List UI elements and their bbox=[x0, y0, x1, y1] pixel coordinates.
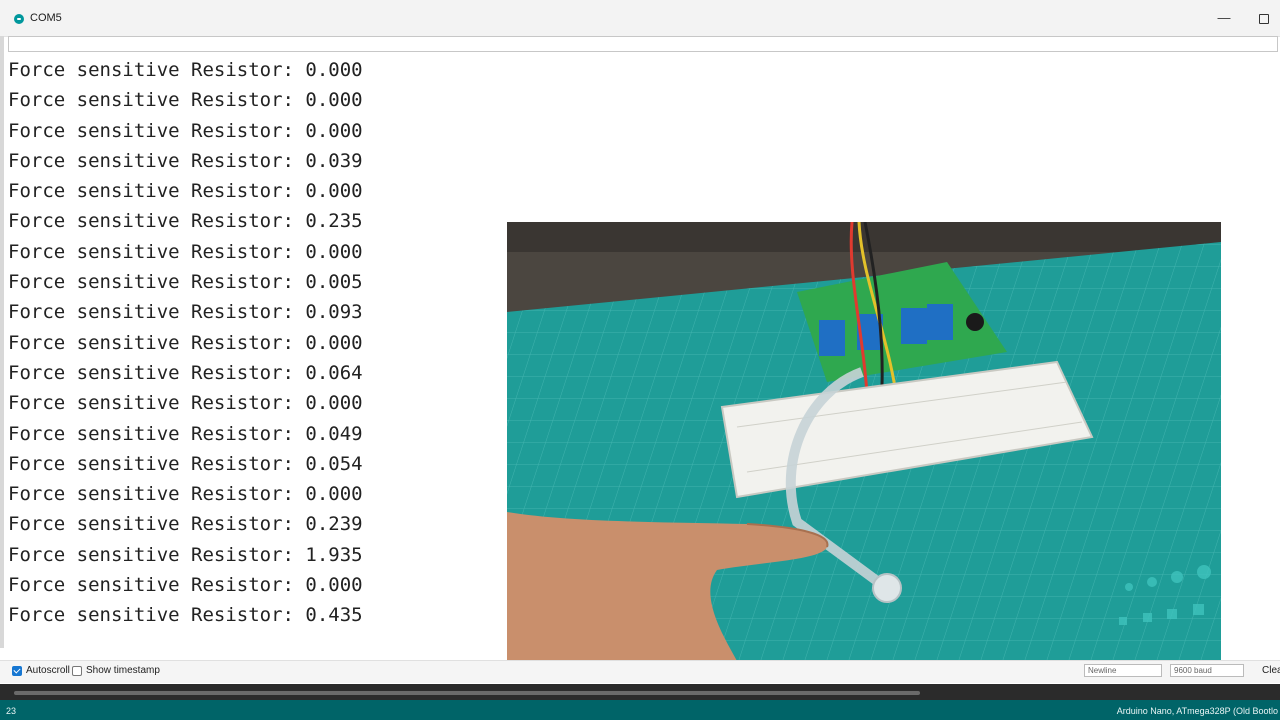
maximize-button[interactable] bbox=[1252, 8, 1276, 28]
serial-line: Force sensitive Resistor: 0.000 bbox=[8, 119, 363, 142]
window-edge bbox=[0, 36, 4, 648]
serial-line: Force sensitive Resistor: 0.049 bbox=[8, 422, 363, 445]
minimize-button[interactable]: — bbox=[1212, 8, 1236, 28]
clear-output-button[interactable]: Clea bbox=[1262, 665, 1280, 676]
serial-line: Force sensitive Resistor: 0.000 bbox=[8, 59, 363, 81]
serial-line: Force sensitive Resistor: 0.000 bbox=[8, 331, 363, 354]
show-timestamp-label: Show timestamp bbox=[86, 665, 160, 676]
serial-line: Force sensitive Resistor: 0.000 bbox=[8, 180, 363, 203]
show-timestamp-checkbox[interactable] bbox=[72, 666, 82, 676]
serial-line: Force sensitive Resistor: 0.005 bbox=[8, 271, 363, 294]
serial-line: Force sensitive Resistor: 0.064 bbox=[8, 361, 363, 384]
serial-line: Force sensitive Resistor: 0.435 bbox=[8, 604, 363, 627]
serial-line: Force sensitive Resistor: 0.000 bbox=[8, 483, 363, 506]
horizontal-scrollbar-thumb[interactable] bbox=[14, 691, 920, 695]
autoscroll-label: Autoscroll bbox=[26, 665, 70, 676]
maximize-icon bbox=[1259, 13, 1269, 24]
send-input[interactable] bbox=[8, 36, 1278, 52]
baud-rate-select[interactable]: 9600 baud bbox=[1170, 664, 1244, 677]
serial-line: Force sensitive Resistor: 0.000 bbox=[8, 89, 363, 112]
serial-line: Force sensitive Resistor: 0.000 bbox=[8, 240, 363, 263]
serial-line: Force sensitive Resistor: 0.054 bbox=[8, 452, 363, 475]
line-ending-select[interactable]: Newline bbox=[1084, 664, 1162, 677]
status-board-info: Arduino Nano, ATmega328P (Old Bootlo bbox=[1116, 706, 1278, 716]
status-bar: 23 Arduino Nano, ATmega328P (Old Bootlo bbox=[0, 700, 1280, 720]
serial-line: Force sensitive Resistor: 0.235 bbox=[8, 210, 363, 233]
breadboard-photo bbox=[507, 222, 1221, 670]
serial-line: Force sensitive Resistor: 0.039 bbox=[8, 149, 363, 172]
status-line-number: 23 bbox=[6, 706, 17, 716]
serial-line: Force sensitive Resistor: 0.239 bbox=[8, 513, 363, 536]
serial-output: Force sensitive Resistor: 0.000 Force se… bbox=[8, 57, 488, 657]
serial-line: Force sensitive Resistor: 0.093 bbox=[8, 301, 363, 324]
autoscroll-checkbox[interactable] bbox=[12, 666, 22, 676]
arduino-icon bbox=[14, 14, 24, 24]
window-title: COM5 bbox=[30, 12, 62, 24]
serial-line: Force sensitive Resistor: 0.000 bbox=[8, 574, 363, 597]
serial-line: Force sensitive Resistor: 1.935 bbox=[8, 543, 363, 566]
title-bar: COM5 — bbox=[0, 0, 1280, 37]
video-overlay bbox=[507, 222, 1221, 670]
serial-line: Force sensitive Resistor: 0.000 bbox=[8, 392, 363, 415]
